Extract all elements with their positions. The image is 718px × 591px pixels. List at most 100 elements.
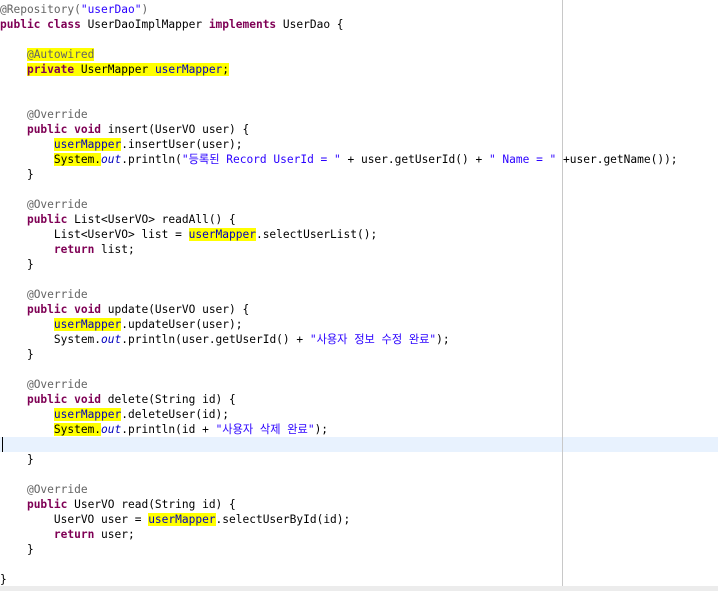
code-token: + user.getUserId() + [340, 153, 489, 166]
code-token: userMapper [154, 63, 223, 76]
code-token: public void [26, 393, 108, 406]
code-line[interactable]: List<UserVO> list = userMapper.selectUse… [0, 227, 678, 242]
code-line[interactable]: @Override [0, 197, 678, 212]
code-line[interactable]: } [0, 257, 678, 272]
code-token: out [101, 153, 122, 166]
code-token: public [26, 213, 75, 226]
code-token: "userDao" [80, 3, 142, 16]
code-token: +user.getName()); [556, 153, 678, 166]
code-token: .println(id + [121, 423, 216, 436]
code-token: UserVO user = [0, 513, 149, 526]
code-line[interactable]: private UserMapper userMapper; [0, 62, 678, 77]
code-line[interactable]: userMapper.insertUser(user); [0, 137, 678, 152]
code-token: return [53, 528, 102, 541]
code-text[interactable]: @Repository("userDao") public class UserD… [0, 2, 678, 587]
horizontal-scrollbar[interactable] [0, 586, 718, 591]
code-token: @Override [26, 378, 88, 391]
code-line[interactable]: ​ [0, 182, 678, 197]
code-line[interactable]: ​ [0, 557, 678, 572]
code-token: delete(String id) { [107, 393, 236, 406]
code-line[interactable]: } [0, 452, 678, 467]
code-token: UserDao { [282, 18, 344, 31]
code-line[interactable]: @Override [0, 287, 678, 302]
code-token: List<UserVO> readAll() { [74, 213, 236, 226]
code-line[interactable]: @Override [0, 482, 678, 497]
code-token: userMapper [188, 228, 256, 241]
code-token: ); [436, 333, 450, 346]
code-line[interactable]: } [0, 572, 678, 587]
code-token: .selectUserById(id); [215, 513, 351, 526]
code-token: List<UserVO> list = [0, 228, 189, 241]
code-token: public [26, 498, 75, 511]
code-line[interactable]: return list; [0, 242, 678, 257]
code-line[interactable]: userMapper.updateUser(user); [0, 317, 678, 332]
code-line[interactable]: @Repository("userDao") [0, 2, 678, 17]
code-line[interactable]: public UserVO read(String id) { [0, 497, 678, 512]
code-line[interactable]: public List<UserVO> readAll() { [0, 212, 678, 227]
code-line[interactable]: @Override [0, 377, 678, 392]
code-line[interactable]: public void delete(String id) { [0, 392, 678, 407]
code-token: update(UserVO user) { [107, 303, 250, 316]
code-line[interactable]: public void insert(UserVO user) { [0, 122, 678, 137]
code-token: System. [0, 333, 102, 346]
code-line[interactable]: userMapper.deleteUser(id); [0, 407, 678, 422]
code-line[interactable]: } [0, 167, 678, 182]
code-token: } [0, 543, 34, 556]
code-token: } [0, 168, 34, 181]
code-token: userMapper [53, 138, 122, 151]
code-line[interactable]: return user; [0, 527, 678, 542]
code-token: @Override [26, 198, 88, 211]
code-line[interactable]: ​ [0, 77, 678, 92]
code-line[interactable]: @Override [0, 107, 678, 122]
code-line[interactable]: System.out.println(id + "사용자 삭제 완료"); [0, 422, 678, 437]
code-line[interactable]: ​ [0, 467, 678, 482]
code-token: public void [26, 123, 108, 136]
code-line[interactable]: public class UserDaoImplMapper implement… [0, 17, 678, 32]
code-line[interactable]: ​ [0, 92, 678, 107]
code-token: "등록된 Record UserId = " [181, 153, 341, 166]
code-token: implements [208, 18, 283, 31]
text-caret [2, 437, 3, 452]
code-line[interactable]: @Autowired [0, 47, 678, 62]
code-token: ) [141, 3, 149, 16]
code-token: UserMapper [80, 63, 155, 76]
code-token: " Name = " [488, 153, 557, 166]
code-token: user; [101, 528, 135, 541]
code-line[interactable]: public void update(UserVO user) { [0, 302, 678, 317]
code-token: } [0, 258, 34, 271]
code-token: .println(user.getUserId() + [121, 333, 310, 346]
code-token: @Override [26, 288, 88, 301]
code-line[interactable]: System.out.println("등록된 Record UserId = … [0, 152, 678, 167]
code-line[interactable]: System.out.println(user.getUserId() + "사… [0, 332, 678, 347]
code-token: userMapper [148, 513, 216, 526]
code-editor[interactable]: @Repository("userDao") public class UserD… [0, 0, 718, 591]
code-token: System. [53, 423, 102, 436]
code-token: @Override [26, 483, 88, 496]
code-line[interactable]: ​ [0, 437, 678, 452]
code-line[interactable]: ​ [0, 32, 678, 47]
code-line[interactable]: UserVO user = userMapper.selectUserById(… [0, 512, 678, 527]
code-line[interactable]: ​ [0, 362, 678, 377]
code-token: ); [314, 423, 329, 436]
code-token: System. [53, 153, 102, 166]
code-line[interactable]: ​ [0, 272, 678, 287]
code-line[interactable]: } [0, 542, 678, 557]
code-line[interactable]: } [0, 347, 678, 362]
code-token: .deleteUser(id); [121, 408, 230, 421]
code-token: public class [0, 18, 88, 31]
code-token: ; [222, 63, 230, 76]
code-token: out [101, 423, 122, 436]
